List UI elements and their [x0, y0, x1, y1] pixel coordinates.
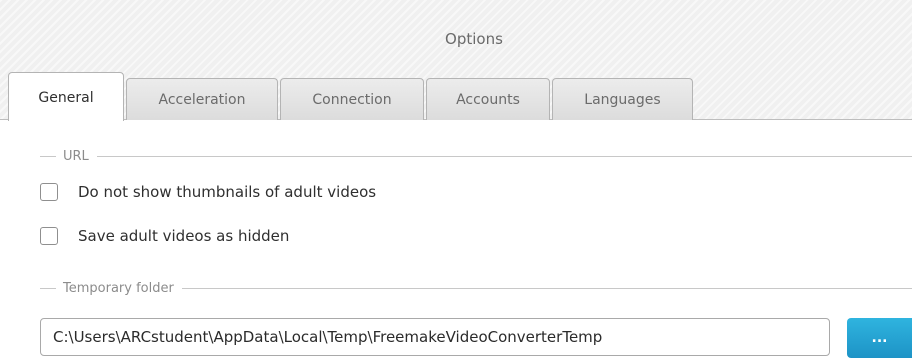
adult-hidden-option[interactable]: Save adult videos as hidden [40, 225, 289, 247]
adult-thumbnails-option[interactable]: Do not show thumbnails of adult videos [40, 181, 376, 203]
temp-folder-group-header: Temporary folder [40, 278, 912, 298]
temp-folder-group-label: Temporary folder [63, 280, 174, 296]
group-divider [96, 155, 912, 157]
tab-connection[interactable]: Connection [280, 78, 424, 120]
options-window: Options General Acceleration Connection … [0, 0, 912, 358]
group-dash [40, 155, 56, 157]
browse-folder-button[interactable]: ... [847, 318, 912, 358]
tab-accounts[interactable]: Accounts [426, 78, 550, 120]
tab-general[interactable]: General [8, 72, 124, 121]
url-group-label: URL [63, 148, 89, 164]
group-divider [181, 287, 912, 289]
adult-hidden-checkbox[interactable] [40, 227, 58, 245]
temp-folder-path-input[interactable] [40, 318, 830, 356]
tab-strip: General Acceleration Connection Accounts… [0, 0, 912, 121]
group-dash [40, 287, 56, 289]
adult-hidden-label: Save adult videos as hidden [78, 227, 290, 245]
adult-thumbnails-label: Do not show thumbnails of adult videos [78, 183, 377, 201]
tab-languages[interactable]: Languages [552, 78, 693, 120]
adult-thumbnails-checkbox[interactable] [40, 183, 58, 201]
url-group-header: URL [40, 146, 912, 166]
tab-acceleration[interactable]: Acceleration [126, 78, 278, 120]
